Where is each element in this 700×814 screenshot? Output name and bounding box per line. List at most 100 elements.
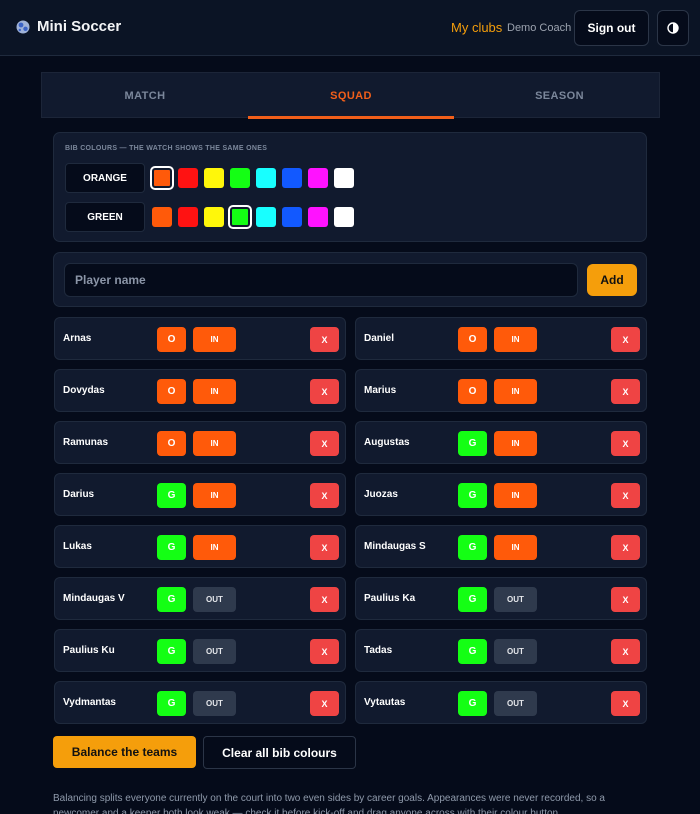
player-name: Mindaugas S [364,541,426,552]
colour-swatch-green[interactable] [256,207,276,227]
in-out-toggle[interactable]: IN [494,431,537,456]
remove-player-button[interactable]: X [611,535,640,560]
remove-player-button[interactable]: X [611,327,640,352]
player-card: Tadas G OUT X [355,629,647,672]
player-card: Darius G IN X [54,473,346,516]
colour-swatch-orange[interactable] [282,168,302,188]
remove-player-button[interactable]: X [310,483,339,508]
in-out-toggle[interactable]: IN [494,379,537,404]
team-label-green: GREEN [65,202,145,232]
colour-swatch-green[interactable] [178,207,198,227]
bib-colour-button[interactable]: G [458,431,487,456]
player-card: Dovydas O IN X [54,369,346,412]
add-player-button[interactable]: Add [587,264,637,296]
colour-swatch-orange[interactable] [204,168,224,188]
colour-swatch-green[interactable] [282,207,302,227]
player-card: Ramunas O IN X [54,421,346,464]
bib-colour-button[interactable]: G [458,587,487,612]
in-out-toggle[interactable]: IN [193,535,236,560]
tab-season[interactable]: SEASON [454,73,665,119]
theme-toggle-button[interactable] [657,10,689,46]
remove-player-button[interactable]: X [310,535,339,560]
colour-swatch-green[interactable] [334,207,354,227]
in-out-toggle[interactable]: IN [494,535,537,560]
remove-player-button[interactable]: X [611,431,640,456]
contrast-icon [667,22,679,34]
player-name: Augustas [364,437,410,448]
remove-player-button[interactable]: X [611,483,640,508]
bib-colour-button[interactable]: G [458,691,487,716]
bib-colour-button[interactable]: G [157,483,186,508]
balance-teams-button[interactable]: Balance the teams [53,736,196,768]
bib-colour-button[interactable]: O [157,379,186,404]
remove-player-button[interactable]: X [611,379,640,404]
player-card: Juozas G IN X [355,473,647,516]
bib-colour-button[interactable]: G [458,639,487,664]
colour-swatch-orange[interactable] [334,168,354,188]
player-name-input[interactable] [64,263,578,297]
bib-colour-button[interactable]: O [458,327,487,352]
player-card: Mindaugas V G OUT X [54,577,346,620]
colour-swatch-orange[interactable] [230,168,250,188]
colour-swatch-green[interactable] [152,207,172,227]
remove-player-button[interactable]: X [310,691,339,716]
remove-player-button[interactable]: X [611,639,640,664]
player-name: Ramunas [63,437,109,448]
player-card: Vytautas G OUT X [355,681,647,724]
remove-player-button[interactable]: X [310,327,339,352]
in-out-toggle[interactable]: IN [193,327,236,352]
player-card: Marius O IN X [355,369,647,412]
top-bar: Mini Soccer My clubs Demo Coach Sign out [0,0,700,56]
in-out-toggle[interactable]: IN [193,431,236,456]
player-name: Vytautas [364,697,406,708]
bib-colour-button[interactable]: G [157,691,186,716]
colour-swatch-green[interactable] [204,207,224,227]
remove-player-button[interactable]: X [611,587,640,612]
in-out-toggle[interactable]: IN [494,483,537,508]
my-clubs-link[interactable]: My clubs [451,20,502,35]
in-out-toggle[interactable]: OUT [193,691,236,716]
player-name: Marius [364,385,397,396]
bib-colour-button[interactable]: O [458,379,487,404]
player-card: Paulius Ku G OUT X [54,629,346,672]
colour-swatch-orange[interactable] [178,168,198,188]
bib-colour-button[interactable]: G [157,587,186,612]
bib-colour-button[interactable]: O [157,327,186,352]
colour-swatch-orange[interactable] [256,168,276,188]
player-name: Arnas [63,333,92,344]
in-out-toggle[interactable]: OUT [193,587,236,612]
colour-swatch-orange[interactable] [152,168,172,188]
colour-swatch-green[interactable] [230,207,250,227]
bib-colour-button[interactable]: G [157,535,186,560]
player-card: Paulius Ka G OUT X [355,577,647,620]
in-out-toggle[interactable]: OUT [494,639,537,664]
bib-colour-button[interactable]: O [157,431,186,456]
add-player-panel: Add [53,252,647,307]
in-out-toggle[interactable]: IN [193,483,236,508]
in-out-toggle[interactable]: OUT [494,587,537,612]
player-card: Mindaugas S G IN X [355,525,647,568]
tab-bar: MATCH SQUAD SEASON [41,72,660,119]
in-out-toggle[interactable]: OUT [193,639,236,664]
bib-colour-button[interactable]: G [458,483,487,508]
soccer-ball-icon [16,20,30,34]
remove-player-button[interactable]: X [611,691,640,716]
remove-player-button[interactable]: X [310,587,339,612]
sign-out-button[interactable]: Sign out [574,10,649,46]
player-card: Daniel O IN X [355,317,647,360]
balance-help-text: Balancing splits everyone currently on t… [53,793,605,814]
colour-swatch-orange[interactable] [308,168,328,188]
in-out-toggle[interactable]: IN [193,379,236,404]
clear-bib-colours-button[interactable]: Clear all bib colours [203,736,356,769]
remove-player-button[interactable]: X [310,431,339,456]
bib-colour-button[interactable]: G [157,639,186,664]
in-out-toggle[interactable]: OUT [494,691,537,716]
colour-swatch-green[interactable] [308,207,328,227]
in-out-toggle[interactable]: IN [494,327,537,352]
remove-player-button[interactable]: X [310,639,339,664]
tab-squad[interactable]: SQUAD [248,73,454,119]
tab-match[interactable]: MATCH [42,73,248,119]
bib-colours-title: BIB COLOURS — THE WATCH SHOWS THE SAME O… [65,145,268,152]
bib-colour-button[interactable]: G [458,535,487,560]
remove-player-button[interactable]: X [310,379,339,404]
